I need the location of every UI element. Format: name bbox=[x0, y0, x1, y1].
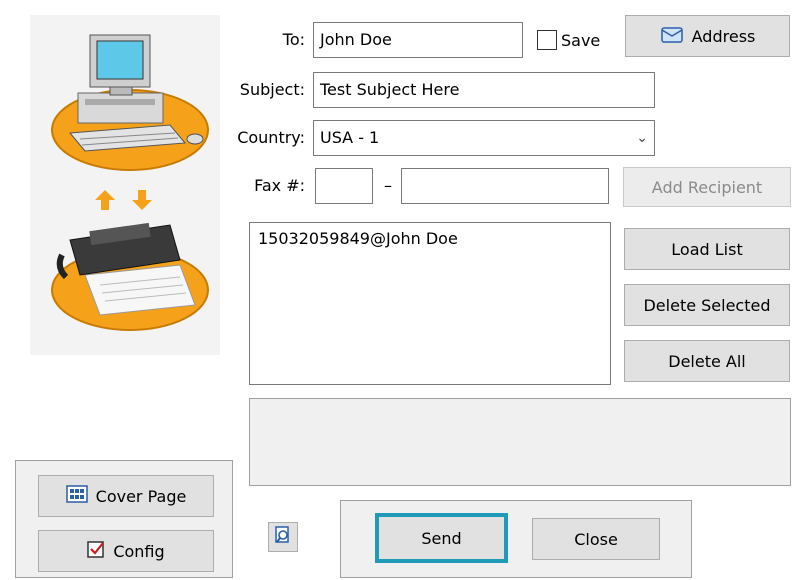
subject-input[interactable]: Test Subject Here bbox=[313, 72, 655, 108]
send-label: Send bbox=[421, 528, 462, 548]
list-item[interactable]: 15032059849@John Doe bbox=[258, 229, 602, 248]
country-select[interactable]: USA - 1 ⌄ bbox=[313, 120, 655, 156]
delete-all-button[interactable]: Delete All bbox=[624, 340, 790, 382]
to-input[interactable]: John Doe bbox=[313, 22, 523, 58]
delete-all-label: Delete All bbox=[668, 351, 746, 371]
save-checkbox[interactable] bbox=[537, 30, 557, 50]
send-button[interactable]: Send bbox=[375, 513, 508, 563]
close-button[interactable]: Close bbox=[532, 518, 660, 560]
subject-label: Subject: bbox=[239, 80, 305, 99]
message-area[interactable] bbox=[249, 398, 791, 486]
address-button[interactable]: Address bbox=[625, 15, 790, 57]
country-label: Country: bbox=[237, 128, 305, 147]
delete-selected-label: Delete Selected bbox=[643, 295, 771, 315]
add-recipient-label: Add Recipient bbox=[651, 177, 763, 197]
fax-area-input[interactable] bbox=[315, 168, 373, 204]
fax-number-input[interactable] bbox=[401, 168, 609, 204]
chevron-down-icon: ⌄ bbox=[636, 130, 648, 146]
address-button-label: Address bbox=[691, 26, 756, 46]
to-label: To: bbox=[282, 30, 305, 49]
recipient-list[interactable]: 15032059849@John Doe bbox=[249, 222, 611, 385]
envelope-icon bbox=[660, 24, 684, 48]
fax-separator: – bbox=[384, 176, 392, 195]
checklist-icon bbox=[87, 540, 105, 562]
close-label: Close bbox=[574, 529, 618, 549]
fax-label: Fax #: bbox=[254, 176, 305, 195]
add-recipient-button[interactable]: Add Recipient bbox=[623, 167, 791, 207]
country-value: USA - 1 bbox=[320, 128, 380, 147]
delete-selected-button[interactable]: Delete Selected bbox=[624, 284, 790, 326]
fax-illustration bbox=[30, 15, 220, 355]
load-list-label: Load List bbox=[671, 239, 743, 259]
cover-page-label: Cover Page bbox=[95, 486, 187, 506]
document-search-icon bbox=[273, 525, 293, 549]
cover-page-button[interactable]: Cover Page bbox=[38, 475, 214, 517]
preview-icon-button[interactable] bbox=[268, 522, 298, 552]
cover-page-icon bbox=[65, 485, 88, 507]
config-button[interactable]: Config bbox=[38, 530, 214, 572]
save-checkbox-group[interactable]: Save bbox=[537, 22, 617, 58]
save-label: Save bbox=[561, 30, 601, 50]
load-list-button[interactable]: Load List bbox=[624, 228, 790, 270]
config-label: Config bbox=[113, 541, 165, 561]
computer-fax-graphic bbox=[51, 34, 209, 331]
